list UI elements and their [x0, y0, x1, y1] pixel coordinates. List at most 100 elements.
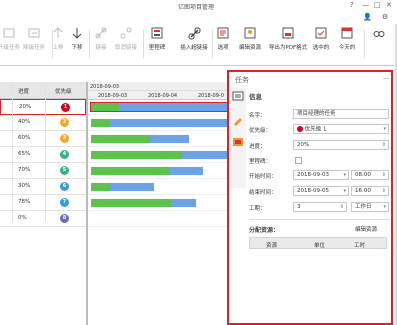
- start-time-label: 开始时间：: [249, 174, 277, 180]
- move-up-button[interactable]: 上移: [50, 26, 66, 62]
- progress-stepper[interactable]: 20% ⇕: [293, 140, 389, 150]
- priority-badge: 4: [60, 150, 69, 159]
- binoculars-icon: [372, 26, 386, 40]
- find-button[interactable]: [372, 26, 386, 62]
- column-header-progress[interactable]: 进度: [18, 87, 29, 95]
- gantt-row: [88, 99, 232, 115]
- edit-resource-button[interactable]: 编辑资源: [237, 26, 263, 62]
- options-button[interactable]: 选项: [215, 26, 231, 62]
- name-label: 名字：: [249, 113, 266, 119]
- info-tab-icon[interactable]: [232, 90, 244, 102]
- name-input[interactable]: 项目经理的任务: [293, 109, 389, 119]
- task-bar[interactable]: [90, 135, 189, 143]
- settings-icon[interactable]: ⚙: [382, 13, 388, 21]
- start-date-input[interactable]: 2018-09-03 ▾: [293, 170, 349, 180]
- task-panel: 任务 — 信息 名字： 项目经理的任务 优先级： 优先级 1 ▾ 进度： 20%…: [227, 70, 393, 325]
- gantt-row: [88, 147, 231, 163]
- end-time-input[interactable]: 16:00 ⇕: [351, 186, 389, 196]
- milestone-label: 里程碑：: [249, 159, 272, 165]
- task-bar-progress: [90, 167, 170, 175]
- column-header-work[interactable]: 工时: [354, 241, 365, 249]
- task-bar[interactable]: [90, 119, 231, 127]
- pdf-icon: [281, 26, 295, 40]
- priority-badge: 7: [60, 198, 69, 207]
- milestone-checkbox[interactable]: [295, 157, 302, 164]
- move-down-button[interactable]: 下移: [69, 26, 85, 62]
- today-icon: [340, 26, 354, 40]
- maximize-icon[interactable]: □: [374, 1, 381, 9]
- task-bar[interactable]: [90, 183, 154, 191]
- task-bar-remaining: [171, 199, 196, 207]
- stepper-icon: ⇕: [381, 172, 386, 178]
- priority-badge: 3: [60, 134, 69, 143]
- stepper-icon: ⇕: [339, 204, 344, 210]
- outdent-task-button[interactable]: 升级任务: [0, 26, 20, 62]
- task-bar-progress: [90, 151, 182, 159]
- panel-minimize-icon[interactable]: —: [383, 75, 389, 82]
- task-bar[interactable]: [90, 151, 231, 159]
- insert-hyperlink-button[interactable]: 插入超链接: [178, 26, 210, 62]
- chevron-down-icon: ▾: [383, 204, 386, 210]
- user-icon[interactable]: 👤: [363, 13, 372, 21]
- gantt-week-header: 2018-09-03: [88, 82, 228, 91]
- indent-icon: [27, 26, 41, 40]
- section-info-header: 信息: [249, 93, 262, 101]
- progress-cell: 65%: [18, 151, 31, 157]
- priority-badge: 5: [60, 166, 69, 175]
- export-pdf-button[interactable]: 导出为PDF格式: [268, 26, 308, 62]
- close-icon[interactable]: ✕: [386, 1, 392, 9]
- arrow-down-icon: [70, 26, 84, 40]
- milestone-icon: [150, 26, 164, 40]
- stepper-icon: ⇕: [381, 188, 386, 194]
- title-bar: 亿图项目管理 ? — □ ✕: [0, 0, 397, 12]
- arrow-up-icon: [51, 26, 65, 40]
- task-bar[interactable]: [90, 167, 203, 175]
- indent-task-button[interactable]: 降级任务: [21, 26, 47, 62]
- unlink-button[interactable]: 取消链接: [113, 26, 139, 62]
- link-button[interactable]: 链接: [94, 26, 108, 62]
- selected-button[interactable]: 选中的: [311, 26, 331, 62]
- outdent-icon: [2, 26, 16, 40]
- resource-tab-icon[interactable]: [232, 136, 244, 148]
- progress-cell: 30%: [18, 183, 31, 189]
- chevron-down-icon: ▾: [343, 188, 346, 194]
- selected-icon: [314, 26, 328, 40]
- task-bar-remaining: [108, 119, 231, 127]
- task-bar[interactable]: [90, 199, 196, 207]
- help-icon[interactable]: ?: [350, 1, 354, 9]
- chevron-down-icon: ▾: [383, 126, 386, 132]
- duration-unit-select[interactable]: 工作日 ▾: [351, 202, 389, 212]
- end-date-input[interactable]: 2018-09-05 ▾: [293, 186, 349, 196]
- priority-select[interactable]: 优先级 1 ▾: [293, 124, 389, 134]
- task-bar-progress: [90, 119, 109, 127]
- priority-badge: 6: [60, 182, 69, 191]
- task-bar[interactable]: [89, 102, 232, 112]
- minimize-icon[interactable]: —: [362, 1, 369, 9]
- start-time-input[interactable]: 08:00 ⇕: [351, 170, 389, 180]
- duration-label: 工期：: [249, 206, 266, 212]
- duration-stepper[interactable]: 3 ⇕: [293, 202, 347, 212]
- panel-tabs: [230, 88, 246, 188]
- chevron-down-icon: ▾: [343, 172, 346, 178]
- end-time-label: 结束时间：: [249, 190, 277, 196]
- progress-cell: 0%: [18, 215, 27, 221]
- task-bar-progress: [90, 103, 119, 111]
- column-header-unit[interactable]: 单位: [314, 241, 325, 249]
- task-bar-remaining: [169, 167, 203, 175]
- priority-label: 优先级：: [249, 128, 272, 134]
- task-bar-remaining: [149, 135, 189, 143]
- edit-resources-link[interactable]: 编辑资源: [355, 225, 377, 233]
- milestone-button[interactable]: 里程碑: [147, 26, 167, 62]
- assign-resources-label: 分配资源：: [249, 227, 280, 234]
- ribbon-toolbar: 升级任务 降级任务 上移 下移 链接 取消链接 里程碑 插入超链接 选项 编辑资…: [0, 24, 397, 66]
- stepper-icon[interactable]: ⇕: [382, 142, 386, 149]
- edit-resource-icon: [243, 26, 257, 40]
- notes-tab-icon[interactable]: [232, 114, 244, 126]
- progress-label: 进度：: [249, 144, 266, 150]
- task-bar-progress: [90, 183, 111, 191]
- gantt-row: [88, 131, 228, 147]
- column-header-priority[interactable]: 优先级: [55, 87, 72, 95]
- task-bar-remaining: [110, 183, 154, 191]
- today-button[interactable]: 今天的: [336, 26, 358, 62]
- column-header-resource[interactable]: 资源: [266, 241, 277, 249]
